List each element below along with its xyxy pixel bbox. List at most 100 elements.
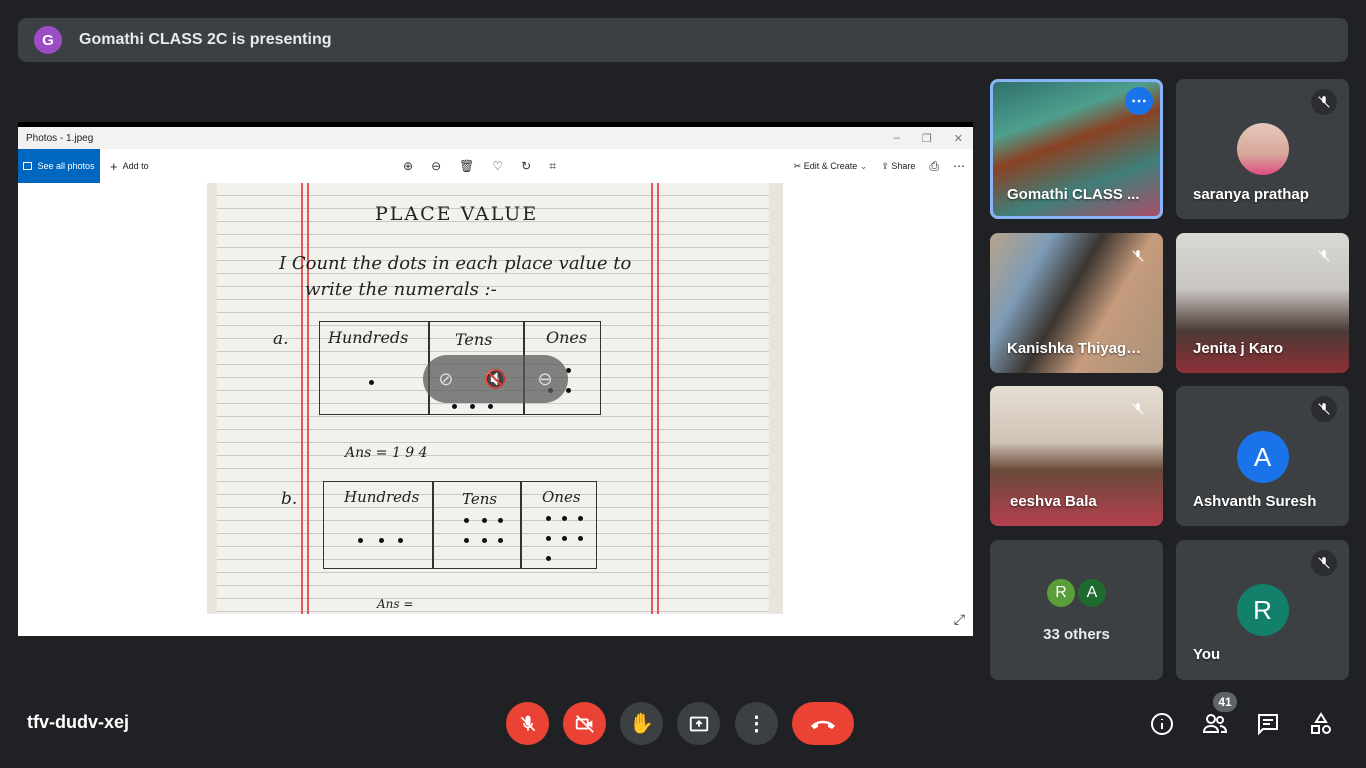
window-title: Photos - 1.jpeg — [26, 132, 94, 144]
self-tile[interactable]: R You — [1176, 540, 1349, 680]
answer-b: Ans = — [377, 597, 414, 611]
others-tile[interactable]: R A 33 others — [990, 540, 1163, 680]
camera-off-icon — [575, 714, 594, 733]
more-options-button[interactable]: ⋮ — [735, 702, 778, 745]
expand-icon[interactable]: ⤢ — [954, 611, 965, 628]
edit-create-label: Edit & Create — [803, 160, 858, 171]
avatar: A — [1236, 431, 1289, 483]
minimize-icon: – — [893, 132, 900, 144]
raise-hand-button[interactable]: ✋ — [620, 702, 663, 745]
plus-icon: + — [110, 158, 118, 174]
edit-create-button: ✂ Edit & Create ⌄ — [794, 161, 868, 172]
restore-icon: ❐ — [921, 133, 932, 145]
unpin-icon[interactable]: ⊘ — [438, 369, 453, 390]
avatar: A — [1076, 577, 1108, 609]
share-button: ⇪ Share — [881, 161, 915, 172]
present-screen-icon — [689, 716, 708, 731]
add-to-label: Add to — [122, 161, 149, 171]
meeting-code: tfv-dudv-xej — [27, 712, 130, 732]
table-b: Hundreds Tens Ones — [323, 481, 597, 569]
rotate-icon: ↻ — [521, 159, 532, 173]
mic-off-icon — [1125, 243, 1151, 269]
mic-off-icon — [1311, 243, 1337, 269]
presenting-banner: G Gomathi CLASS 2C is presenting — [18, 18, 1348, 62]
edit-icon: ✂ — [793, 160, 804, 171]
table-a-hundreds: Hundreds — [328, 328, 409, 347]
participant-name: Kanishka Thiyaga... — [1007, 340, 1147, 357]
worksheet-title: PLACE VALUE — [375, 203, 539, 225]
more-vert-icon: ⋮ — [746, 713, 767, 735]
participant-name: Jenita j Karo — [1193, 340, 1284, 357]
table-b-ones: Ones — [542, 488, 581, 506]
participant-name: Ashvanth Suresh — [1193, 493, 1317, 510]
favorite-icon: ♡ — [492, 159, 504, 173]
participant-tile-ashvanth[interactable]: A Ashvanth Suresh — [1176, 386, 1349, 526]
people-icon — [1202, 714, 1228, 733]
avatar: R — [1236, 584, 1289, 636]
leave-call-button[interactable] — [792, 702, 854, 745]
label-a: a. — [273, 329, 289, 349]
gallery-icon — [23, 162, 33, 170]
answer-a: Ans = 1 9 4 — [345, 445, 428, 461]
participant-tile-jenita[interactable]: Jenita j Karo — [1176, 233, 1349, 373]
share-label: Share — [891, 160, 916, 171]
close-icon: ✕ — [953, 133, 963, 145]
camera-toggle-button[interactable] — [563, 702, 606, 745]
table-a-tens: Tens — [455, 330, 493, 349]
mic-off-icon — [1311, 550, 1337, 576]
presenter-avatar: G — [34, 26, 62, 54]
mic-off-icon — [1311, 396, 1337, 422]
more-options-icon[interactable]: ⋯ — [1125, 87, 1153, 115]
participant-tile-saranya[interactable]: saranya prathap — [1176, 79, 1349, 219]
window-titlebar: Photos - 1.jpeg – ❐ ✕ — [18, 127, 973, 149]
present-button[interactable] — [677, 702, 720, 745]
instruction-line1: I Count the dots in each place value to — [279, 253, 632, 274]
hand-icon: ✋ — [629, 713, 654, 735]
zoom-in-icon: ⊕ — [403, 159, 414, 173]
crop-icon: ⌗ — [549, 158, 556, 173]
zoom-out-icon: ⊖ — [431, 159, 442, 173]
phone-hangup-icon — [811, 720, 835, 729]
remove-icon[interactable]: ⊖ — [538, 369, 553, 390]
avatar: R — [1045, 577, 1077, 609]
presenting-text: Gomathi CLASS 2C is presenting — [79, 31, 332, 48]
table-b-tens: Tens — [462, 490, 498, 508]
participant-tile-gomathi[interactable]: ⋯ Gomathi CLASS ... — [990, 79, 1163, 219]
mic-off-icon — [520, 715, 535, 731]
table-a-ones: Ones — [546, 328, 588, 347]
mic-off-icon — [1125, 396, 1151, 422]
photos-toolbar: See all photos + Add to ⊕ ⊖ 🗑 ♡ ↻ ⌗ ✂ Ed… — [18, 149, 973, 183]
table-b-hundreds: Hundreds — [344, 488, 420, 506]
print-icon: ⎙ — [929, 158, 939, 173]
tile-overlay-controls[interactable]: ⊘ 🔇 ⊖ — [423, 355, 568, 403]
participant-name: Gomathi CLASS ... — [1007, 186, 1140, 203]
participants-button[interactable] — [1200, 709, 1230, 739]
chevron-down-icon: ⌄ — [859, 160, 868, 171]
participant-name: eeshva Bala — [1010, 493, 1097, 510]
delete-icon: 🗑 — [459, 159, 475, 173]
instruction-line2: write the numerals :- — [305, 279, 497, 300]
activities-button[interactable] — [1306, 709, 1336, 739]
more-options-icon: ⋯ — [953, 159, 965, 173]
participant-tile-eeshva[interactable]: eeshva Bala — [990, 386, 1163, 526]
chat-button[interactable] — [1253, 709, 1283, 739]
participant-tile-kanishka[interactable]: Kanishka Thiyaga... — [990, 233, 1163, 373]
mic-off-icon — [1311, 89, 1337, 115]
participant-name: saranya prathap — [1193, 186, 1309, 203]
mute-tile-icon[interactable]: 🔇 — [484, 369, 506, 390]
mic-toggle-button[interactable] — [506, 702, 549, 745]
add-to-button: + Add to — [110, 159, 149, 174]
chat-icon — [1258, 714, 1278, 736]
info-icon — [1151, 713, 1173, 735]
avatar — [1236, 123, 1289, 175]
see-all-label: See all photos — [37, 161, 95, 171]
participant-count-badge: 41 — [1213, 692, 1237, 712]
share-icon: ⇪ — [881, 160, 892, 171]
shapes-icon — [1311, 712, 1331, 734]
see-all-photos-button: See all photos — [18, 149, 100, 183]
label-b: b. — [281, 489, 298, 509]
others-count: 33 others — [1043, 626, 1110, 643]
participant-name: You — [1193, 646, 1221, 663]
meeting-details-button[interactable] — [1147, 709, 1177, 739]
shared-screen: Photos - 1.jpeg – ❐ ✕ See all photos + A… — [18, 122, 973, 636]
